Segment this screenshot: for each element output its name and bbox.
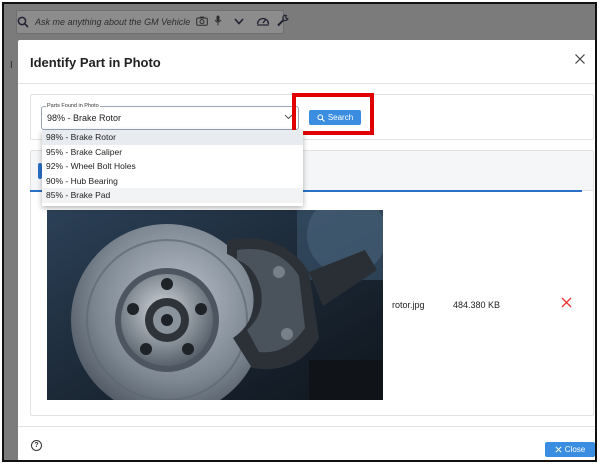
parts-dropdown-menu[interactable]: 98% - Brake Rotor 95% - Brake Caliper 92… [42,130,303,206]
close-button[interactable]: Close [545,442,595,457]
assistant-search-bar[interactable]: Ask me anything about the GM Vehicle [16,10,289,34]
microphone-icon[interactable] [214,15,222,29]
dialog-footer: ? Close [18,426,595,460]
close-icon [555,446,562,453]
search-button-highlight [292,93,374,135]
identify-part-dialog: Identify Part in Photo Parts Found in Ph… [18,40,595,460]
search-icon[interactable] [17,11,29,33]
remove-file-icon[interactable] [561,296,572,310]
background-text-fragment: I [10,60,13,71]
uploaded-file-name: rotor.jpg [392,300,425,310]
parts-found-selected-value[interactable]: 98% - Brake Rotor [47,113,121,123]
dialog-header: Identify Part in Photo [18,40,595,84]
dropdown-option[interactable]: 92% - Wheel Bolt Holes [42,159,303,174]
dialog-title: Identify Part in Photo [30,55,161,70]
close-button-label: Close [564,445,586,454]
dashboard-icon[interactable] [256,15,270,29]
assistant-search-placeholder[interactable]: Ask me anything about the GM Vehicle [35,17,190,27]
chevron-down-icon[interactable] [234,17,244,28]
camera-icon[interactable] [196,16,209,29]
parts-found-label: Parts Found in Photo [46,102,100,110]
close-icon[interactable] [571,52,589,70]
dropdown-option[interactable]: 95% - Brake Caliper [42,145,303,160]
help-icon[interactable]: ? [31,440,42,451]
parts-found-select[interactable]: Parts Found in Photo 98% - Brake Rotor [41,102,299,130]
dropdown-option[interactable]: 85% - Brake Pad [42,188,303,203]
dropdown-option[interactable]: 98% - Brake Rotor [42,130,303,145]
dropdown-option[interactable]: 90% - Hub Bearing [42,174,303,189]
wrench-icon[interactable] [276,14,289,30]
brake-rotor-photo [47,210,383,400]
uploaded-file-size: 484.380 KB [453,300,501,310]
screen-frame: Ask me anything about the GM Vehicle I I… [2,2,597,462]
